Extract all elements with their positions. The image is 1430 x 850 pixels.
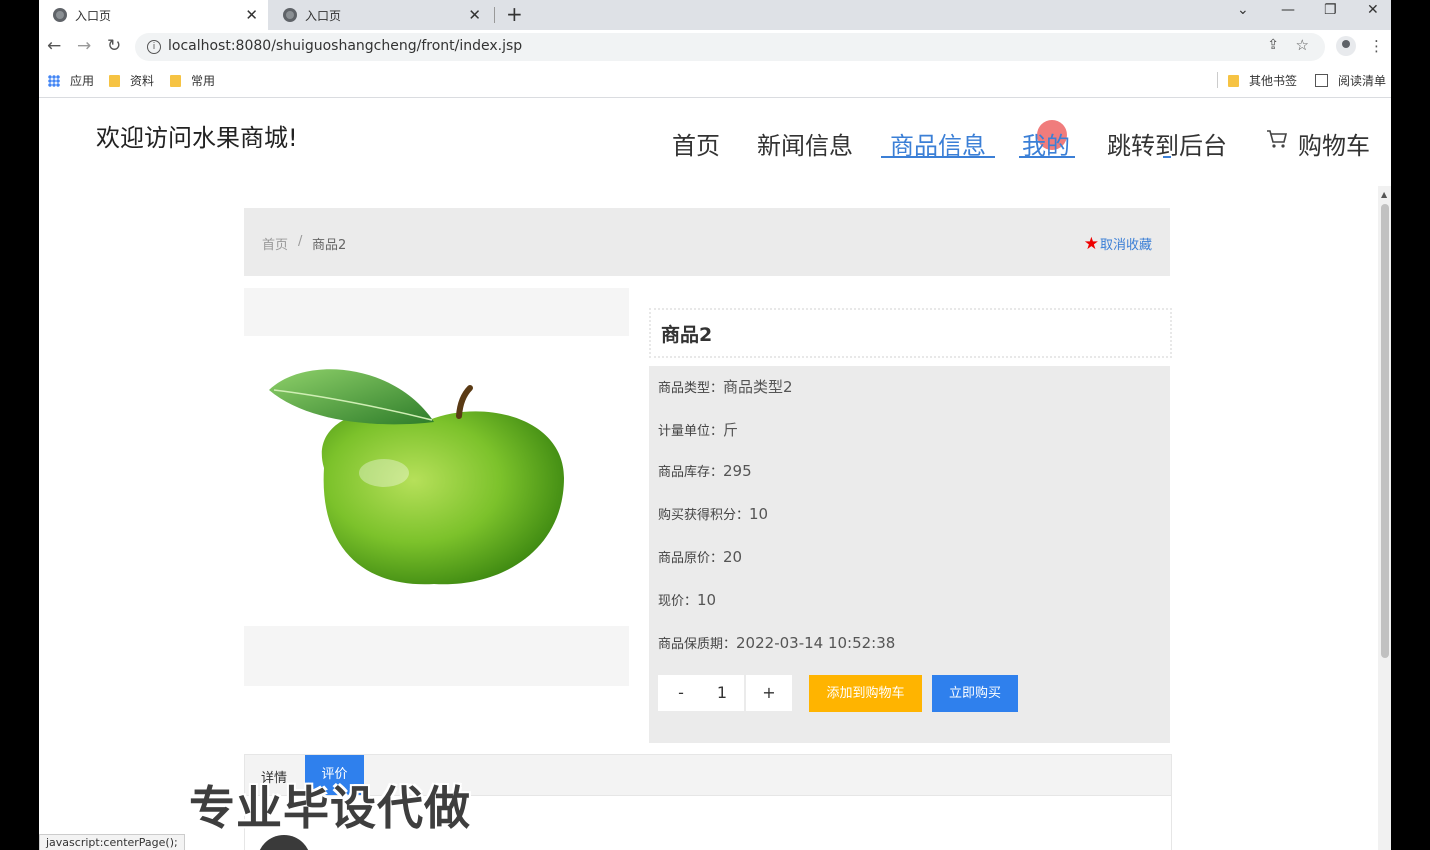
folder-icon xyxy=(170,74,181,87)
bookmark-label: 应用 xyxy=(70,74,95,88)
info-row-original-price: 商品原价：20 xyxy=(658,548,743,566)
folder-icon xyxy=(1228,74,1239,87)
browser-window: 入口页 ✕ 入口页 ✕ + ⌄ — ❐ ✕ ← → ↻ i localhost:… xyxy=(39,0,1391,850)
cart-icon[interactable] xyxy=(1266,129,1288,149)
bookmarks-bar: 应用 资料 常用 其他书签 阅读清单 xyxy=(39,64,1391,98)
bookmark-apps[interactable]: 应用 xyxy=(48,72,94,89)
nav-cart[interactable]: 购物车 xyxy=(1298,126,1370,161)
reading-list-icon xyxy=(1315,74,1328,87)
info-row-shelf-life: 商品保质期：2022-03-14 10:52:38 xyxy=(658,634,896,652)
nav-underline-stub xyxy=(1163,156,1171,158)
star-icon: ★ xyxy=(1083,234,1099,254)
nav-news[interactable]: 新闻信息 xyxy=(757,126,853,161)
back-icon[interactable]: ← xyxy=(47,36,61,56)
close-tab-icon[interactable]: ✕ xyxy=(245,6,258,24)
product-info-box: 商品类型：商品类型2 计量单位：斤 商品库存：295 购买获得积分：10 商品原… xyxy=(649,366,1170,743)
product-name: 商品2 xyxy=(661,324,713,346)
cancel-favorite-button[interactable]: ★取消收藏 xyxy=(1084,234,1152,254)
minimize-icon[interactable]: — xyxy=(1281,2,1295,18)
bookmark-folder-ziliao[interactable]: 资料 xyxy=(109,72,154,89)
scrollbar-thumb[interactable] xyxy=(1381,204,1389,658)
nav-active-underline xyxy=(881,156,995,158)
image-panel-bottom xyxy=(244,626,629,686)
product-image-panel xyxy=(244,288,629,686)
info-row-unit: 计量单位：斤 xyxy=(658,421,739,439)
info-row-type: 商品类型：商品类型2 xyxy=(658,378,793,396)
browser-tab-inactive[interactable]: 入口页 ✕ xyxy=(269,0,491,30)
info-row-stock: 商品库存：295 xyxy=(658,462,752,480)
scroll-up-icon[interactable]: ▲ xyxy=(1381,190,1387,199)
bookmark-label: 常用 xyxy=(191,74,216,88)
tab-label: 入口页 xyxy=(75,8,112,23)
tab-separator xyxy=(494,7,495,23)
nav-home[interactable]: 首页 xyxy=(672,126,720,161)
page-content: 欢迎访问水果商城! 首页 新闻信息 商品信息 我的 跳转到后台 购物车 ▲ 首页… xyxy=(39,98,1391,850)
reading-list[interactable]: 阅读清单 xyxy=(1315,72,1386,89)
nav-hover-underline xyxy=(1019,156,1075,158)
watermark-text: 专业毕设代做 xyxy=(189,781,471,835)
bookmark-other[interactable]: 其他书签 xyxy=(1228,72,1297,89)
breadcrumb-current: 商品2 xyxy=(312,238,347,253)
tab-strip: 入口页 ✕ 入口页 ✕ + ⌄ — ❐ ✕ xyxy=(39,0,1391,30)
buy-now-button[interactable]: 立即购买 xyxy=(932,675,1018,712)
close-tab-icon[interactable]: ✕ xyxy=(468,6,481,24)
menu-kebab-icon[interactable]: ⋮ xyxy=(1369,37,1384,55)
profile-avatar-icon[interactable] xyxy=(1336,36,1356,56)
product-title-box: 商品2 xyxy=(649,308,1172,358)
site-welcome-title: 欢迎访问水果商城! xyxy=(96,124,298,152)
breadcrumb-home[interactable]: 首页 xyxy=(262,234,288,253)
globe-icon xyxy=(283,8,297,22)
apps-icon xyxy=(48,74,60,87)
site-info-icon[interactable]: i xyxy=(147,40,161,54)
info-row-points: 购买获得积分：10 xyxy=(658,505,769,523)
reload-icon[interactable]: ↻ xyxy=(107,36,121,56)
restore-icon[interactable]: ❐ xyxy=(1324,2,1337,18)
tab-search-icon[interactable]: ⌄ xyxy=(1237,2,1249,18)
cancel-favorite-label: 取消收藏 xyxy=(1099,238,1152,253)
breadcrumb: 首页 / 商品2 ★取消收藏 xyxy=(244,208,1170,276)
bookmark-label: 其他书签 xyxy=(1249,74,1298,88)
breadcrumb-separator: / xyxy=(298,234,303,249)
folder-icon xyxy=(109,74,120,87)
quantity-minus-button[interactable]: - xyxy=(658,675,704,711)
add-to-cart-button[interactable]: 添加到购物车 xyxy=(809,675,922,712)
bookmark-label: 资料 xyxy=(130,74,155,88)
browser-tab-active[interactable]: 入口页 ✕ xyxy=(39,0,268,30)
bookmark-label: 阅读清单 xyxy=(1338,74,1387,88)
url-text[interactable]: localhost:8080/shuiguoshangcheng/front/i… xyxy=(168,38,522,54)
address-bar[interactable]: i localhost:8080/shuiguoshangcheng/front… xyxy=(135,33,1325,61)
status-bar-link: javascript:centerPage(); xyxy=(39,834,185,850)
green-apple-image xyxy=(269,369,564,585)
bookmark-star-icon[interactable]: ☆ xyxy=(1296,36,1309,54)
close-window-icon[interactable]: ✕ xyxy=(1367,2,1379,18)
tab-label: 入口页 xyxy=(305,8,342,23)
quantity-plus-button[interactable]: + xyxy=(746,675,792,711)
bookmark-folder-changyong[interactable]: 常用 xyxy=(170,72,215,89)
share-icon[interactable]: ⇪ xyxy=(1267,37,1279,53)
forward-icon[interactable]: → xyxy=(77,36,91,56)
bookmark-separator xyxy=(1217,72,1218,88)
quantity-input[interactable]: 1 xyxy=(700,675,744,711)
info-row-current-price: 现价：10 xyxy=(658,591,717,609)
browser-toolbar: ← → ↻ i localhost:8080/shuiguoshangcheng… xyxy=(39,30,1391,64)
globe-icon xyxy=(53,8,67,22)
page-scrollbar[interactable]: ▲ xyxy=(1378,186,1391,850)
new-tab-icon[interactable]: + xyxy=(506,2,523,26)
image-panel-top xyxy=(244,288,629,336)
